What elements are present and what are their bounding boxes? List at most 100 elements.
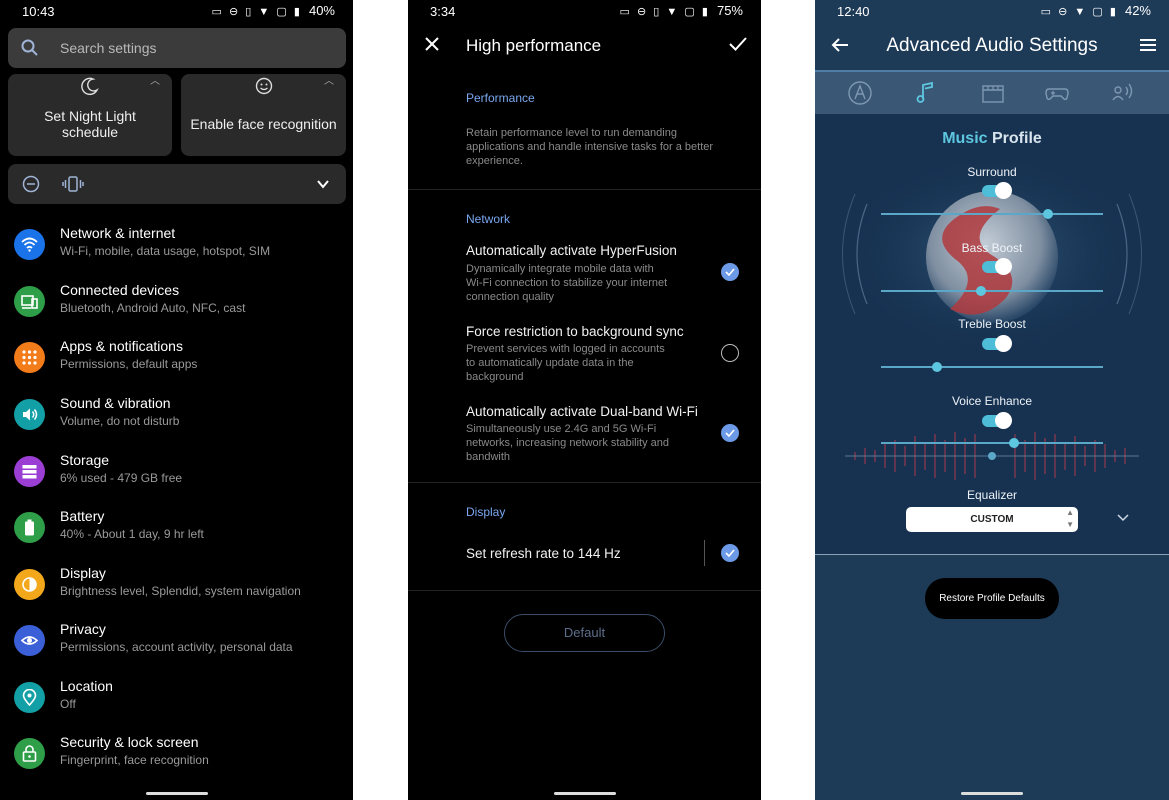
display-icon <box>22 577 37 592</box>
settings-item-subtitle: Fingerprint, face recognition <box>60 753 209 767</box>
check-icon <box>725 549 735 557</box>
settings-item-security[interactable]: Security & lock screen Fingerprint, face… <box>0 734 353 790</box>
chevron-up-icon: ︿ <box>324 76 334 87</box>
security-icon-circle <box>14 738 45 769</box>
settings-item-network[interactable]: Network & internet Wi-Fi, mobile, data u… <box>0 225 353 281</box>
notification-icon: ▭ <box>211 6 224 18</box>
voice-enhance-slider[interactable] <box>881 438 1103 448</box>
voice-enhance-label: Voice Enhance <box>951 394 1033 408</box>
hyperfusion-checkbox[interactable] <box>721 263 739 281</box>
night-light-tile[interactable]: ︿ Set Night Light schedule <box>8 74 172 156</box>
settings-item-battery[interactable]: Battery 40% - About 1 day, 9 hr left <box>0 508 353 564</box>
app-bar: High performance <box>408 22 761 68</box>
volume-icon <box>23 408 38 421</box>
privacy-eye-icon <box>21 636 38 645</box>
status-time: 3:34 <box>430 4 456 19</box>
option-description: Simultaneously use 2.4G and 5G Wi-Fi net… <box>466 423 669 463</box>
network-icon-circle <box>14 229 45 260</box>
option-title: Set refresh rate to 144 Hz <box>466 546 621 561</box>
slider-thumb[interactable] <box>975 286 986 296</box>
settings-item-location[interactable]: Location Off <box>0 678 353 734</box>
slider-thumb[interactable] <box>1042 209 1053 219</box>
equalizer-select[interactable]: CUSTOM ▲ ▼ <box>906 507 1078 532</box>
confirm-check-icon[interactable] <box>729 36 747 52</box>
voice-enhance-toggle[interactable] <box>982 412 1012 429</box>
menu-icon[interactable] <box>1139 38 1157 52</box>
search-input[interactable]: Search settings <box>60 40 157 56</box>
treble-boost-slider[interactable] <box>881 362 1103 372</box>
battery-percent: 40% <box>308 3 335 18</box>
tab-auto-icon[interactable] <box>847 81 873 105</box>
page-title: High performance <box>466 36 602 55</box>
display-icon-circle <box>14 569 45 600</box>
tab-movie-icon[interactable] <box>980 81 1006 105</box>
wifi-icon <box>21 237 38 252</box>
surround-slider[interactable] <box>881 209 1103 219</box>
settings-item-subtitle: Permissions, default apps <box>60 357 198 371</box>
settings-item-subtitle: 40% - About 1 day, 9 hr left <box>60 527 204 541</box>
settings-item-storage[interactable]: Storage 6% used - 479 GB free <box>0 452 353 508</box>
face-recognition-tile[interactable]: ︿ Enable face recognition <box>181 74 346 156</box>
no-sim-icon: ▢ <box>1092 6 1105 18</box>
no-sim-icon: ▢ <box>684 6 697 18</box>
dnd-icon: ⊖ <box>1058 6 1070 18</box>
settings-item-title: Privacy <box>60 621 106 637</box>
tab-game-icon[interactable] <box>1044 81 1070 105</box>
equalizer-label: Equalizer <box>966 488 1018 502</box>
settings-item-title: Apps & notifications <box>60 338 183 354</box>
dual-band-checkbox[interactable] <box>721 424 739 442</box>
battery-percent: 75% <box>716 3 743 18</box>
slider-thumb[interactable] <box>931 362 942 372</box>
surround-toggle[interactable] <box>982 182 1012 199</box>
dnd-toggle-icon[interactable] <box>22 175 40 193</box>
refresh-rate-checkbox[interactable] <box>721 544 739 562</box>
gesture-nav-handle[interactable] <box>145 792 208 795</box>
status-time: 12:40 <box>837 4 870 19</box>
search-bar[interactable]: Search settings <box>8 28 346 68</box>
settings-item-subtitle: Volume, do not disturb <box>60 414 180 428</box>
chevron-up-icon: ︿ <box>150 76 160 87</box>
bass-boost-toggle[interactable] <box>982 258 1012 275</box>
page-title: Advanced Audio Settings <box>886 35 1098 56</box>
gesture-nav-handle[interactable] <box>553 792 616 795</box>
battery-status-icon: ▮ <box>1109 6 1118 18</box>
status-icons: ▭ ⊖ ▯ ▼ ▢ ▮ 75% <box>620 3 743 18</box>
divider <box>408 189 761 190</box>
status-icons: ▭ ⊖ ▼ ▢ ▮ 42% <box>1041 3 1151 18</box>
settings-item-privacy[interactable]: Privacy Permissions, account activity, p… <box>0 621 353 677</box>
toggle-knob <box>995 258 1012 275</box>
background-sync-checkbox[interactable] <box>721 344 739 362</box>
settings-item-title: Location <box>60 678 113 694</box>
close-icon[interactable] <box>424 36 440 52</box>
expand-chevron-icon[interactable] <box>316 177 330 191</box>
apps-icon <box>22 350 37 365</box>
check-icon <box>725 429 735 437</box>
settings-item-sound[interactable]: Sound & vibration Volume, do not disturb <box>0 395 353 451</box>
lock-icon <box>22 745 37 762</box>
section-header-network: Network <box>466 212 511 226</box>
profile-tabs <box>815 70 1169 114</box>
settings-item-subtitle: Bluetooth, Android Auto, NFC, cast <box>60 301 246 315</box>
restore-defaults-button[interactable]: Restore Profile Defaults <box>925 578 1059 619</box>
battery-icon-circle <box>14 512 45 543</box>
option-title: Automatically activate Dual-band Wi-Fi <box>466 404 698 419</box>
tab-voice-icon[interactable] <box>1111 81 1137 105</box>
settings-item-connected-devices[interactable]: Connected devices Bluetooth, Android Aut… <box>0 282 353 338</box>
status-bar: 3:34 ▭ ⊖ ▯ ▼ ▢ ▮ 75% <box>408 0 761 22</box>
chevron-down-icon[interactable] <box>1117 514 1129 522</box>
settings-screen: 10:43 ▭ ⊖ ▯ ▼ ▢ ▮ 40% Search settings ︿ … <box>0 0 353 800</box>
vibrate-toggle-icon[interactable] <box>62 175 84 193</box>
notification-icon: ▭ <box>619 6 632 18</box>
treble-boost-toggle[interactable] <box>982 335 1012 352</box>
bass-boost-slider[interactable] <box>881 286 1103 296</box>
wifi-status-icon: ▼ <box>666 6 680 18</box>
settings-item-title: Network & internet <box>60 225 176 241</box>
tab-music-icon[interactable] <box>913 81 939 105</box>
location-pin-icon <box>22 689 37 706</box>
settings-item-apps[interactable]: Apps & notifications Permissions, defaul… <box>0 338 353 394</box>
performance-description: Retain performance level to run demandin… <box>466 127 714 167</box>
default-button[interactable]: Default <box>504 614 665 652</box>
settings-item-display[interactable]: Display Brightness level, Splendid, syst… <box>0 565 353 621</box>
status-time: 10:43 <box>22 4 55 19</box>
gesture-nav-handle[interactable] <box>961 792 1023 795</box>
